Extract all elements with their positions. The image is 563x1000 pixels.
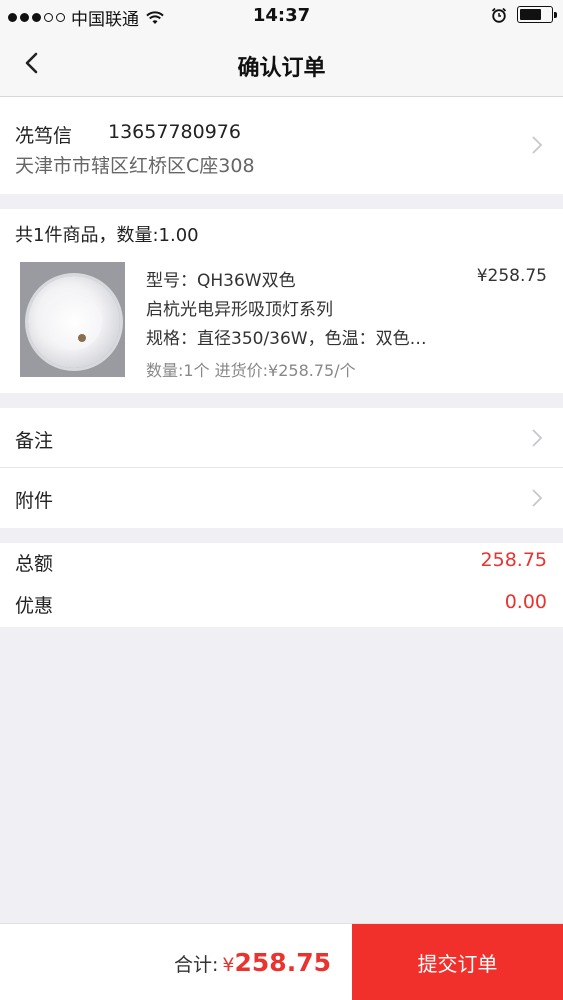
grand-total: 合计: ¥ 258.75: [174, 948, 331, 977]
status-bar: 中国联通 14:37: [0, 0, 563, 30]
product-model: 型号：QH36W双色: [146, 271, 296, 291]
address-line: 天津市市辖区红桥区C座308: [15, 155, 255, 177]
grand-total-amount: 258.75: [234, 948, 331, 977]
status-time: 14:37: [252, 5, 311, 26]
submit-order-button[interactable]: 提交订单: [352, 924, 563, 1000]
product-qty-info: 数量:1个 进货价:¥258.75/个: [146, 361, 356, 380]
goods-section: 共1件商品，数量:1.00 型号：QH36W双色 ¥258.75 启杭光电异形吸…: [0, 209, 563, 393]
contact-name: 冼笃信: [15, 125, 73, 147]
grand-total-label: 合计:: [174, 954, 219, 976]
footer-bar: 合计: ¥ 258.75 提交订单: [0, 923, 563, 1000]
remarks-label: 备注: [15, 430, 54, 452]
page-title: 确认订单: [237, 56, 326, 81]
product-spec: 规格：直径350/36W，色温：双色…: [146, 329, 427, 349]
attachments-row[interactable]: 附件: [0, 468, 563, 528]
discount-label: 优惠: [15, 595, 54, 617]
currency-symbol: ¥: [222, 954, 235, 976]
alarm-icon: [491, 7, 507, 23]
discount-value: 0.00: [504, 591, 547, 613]
chevron-right-icon: [532, 136, 543, 154]
contact-phone: 13657780976: [108, 121, 241, 143]
total-label: 总额: [15, 553, 54, 575]
attachments-label: 附件: [15, 490, 54, 512]
chevron-right-icon: [532, 429, 543, 447]
ceiling-lamp-image: [28, 276, 120, 368]
product-price: ¥258.75: [476, 266, 547, 286]
battery-icon: [517, 6, 557, 23]
chevron-right-icon: [532, 489, 543, 507]
status-right: [491, 6, 557, 23]
address-section[interactable]: 冼笃信 13657780976 天津市市辖区红桥区C座308: [0, 97, 563, 194]
nav-bar: 确认订单: [0, 30, 563, 97]
total-value: 258.75: [480, 549, 547, 571]
product-thumbnail[interactable]: [20, 262, 125, 377]
goods-summary: 共1件商品，数量:1.00: [15, 225, 199, 246]
totals-section: 总额 258.75 优惠 0.00: [0, 543, 563, 627]
options-section: 备注 附件: [0, 408, 563, 528]
battery-level: [520, 9, 541, 20]
remarks-row[interactable]: 备注: [0, 408, 563, 468]
product-name: 启杭光电异形吸顶灯系列: [146, 300, 333, 320]
